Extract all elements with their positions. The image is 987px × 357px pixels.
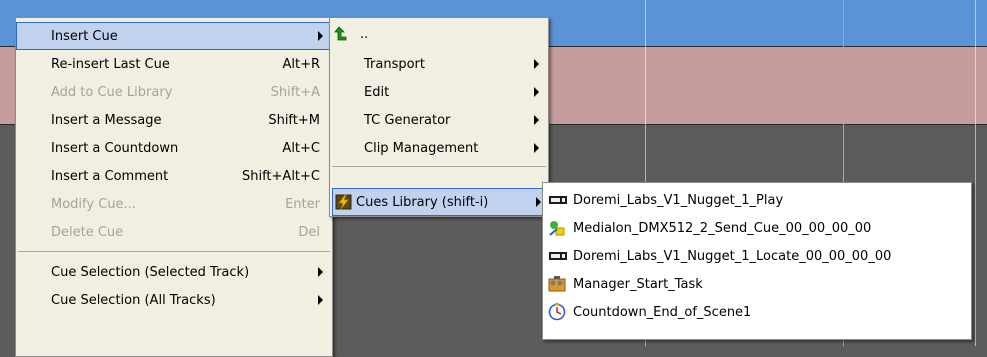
menu-item-insert-countdown[interactable]: Insert a Countdown Alt+C xyxy=(16,134,332,162)
submenu-arrow-icon xyxy=(534,87,539,97)
menu-item-label: Modify Cue... xyxy=(51,196,136,212)
menu-item-shortcut: Shift+Alt+C xyxy=(241,168,320,184)
menu-item-shortcut: Alt+C xyxy=(282,140,320,156)
library-item-medialon-dmx[interactable]: Medialon_DMX512_2_Send_Cue_00_00_00_00 xyxy=(543,214,971,242)
menu-item-shortcut: Alt+R xyxy=(282,56,320,72)
menu-item-add-to-cue-library[interactable]: Add to Cue Library Shift+A xyxy=(16,78,332,106)
menu-item-cue-selection-selected-track[interactable]: Cue Selection (Selected Track) xyxy=(16,258,332,286)
dmx-icon xyxy=(549,221,565,236)
menu-item-parent-folder[interactable]: .. xyxy=(330,20,548,48)
menu-item-label: Doremi_Labs_V1_Nugget_1_Play xyxy=(573,192,784,208)
menu-item-tc-generator[interactable]: TC Generator xyxy=(330,106,548,134)
menu-item-label: Re-insert Last Cue xyxy=(51,56,170,72)
menu-item-label: .. xyxy=(360,26,369,42)
submenu-arrow-icon xyxy=(318,267,323,277)
menu-item-label: Add to Cue Library xyxy=(51,84,173,100)
clock-icon xyxy=(548,303,566,321)
menu-item-modify-cue[interactable]: Modify Cue... Enter xyxy=(16,190,332,218)
menu-item-delete-cue[interactable]: Delete Cue Del xyxy=(16,218,332,246)
up-arrow-icon xyxy=(334,26,347,41)
menu-item-insert-message[interactable]: Insert a Message Shift+M xyxy=(16,106,332,134)
cue-context-menu: Insert Cue Re-insert Last Cue Alt+R Add … xyxy=(15,17,333,357)
menu-item-cue-selection-all-tracks[interactable]: Cue Selection (All Tracks) xyxy=(16,286,332,314)
menu-item-shortcut: Shift+A xyxy=(270,84,320,100)
menu-item-label: Edit xyxy=(364,84,390,100)
menu-item-label: Cues Library (shift-i) xyxy=(356,194,489,210)
menu-item-label: Clip Management xyxy=(364,140,479,156)
menu-item-label: Countdown_End_of_Scene1 xyxy=(573,304,752,320)
menu-item-shortcut: Shift+M xyxy=(268,112,320,128)
cues-library-icon xyxy=(335,194,352,210)
menu-item-label: Cue Selection (Selected Track) xyxy=(51,264,250,280)
menu-item-label: Cue Selection (All Tracks) xyxy=(51,292,216,308)
menu-item-label: Delete Cue xyxy=(51,224,124,240)
timeline-grid-line xyxy=(975,0,976,346)
cues-library-submenu: Doremi_Labs_V1_Nugget_1_Play Medialon_DM… xyxy=(542,182,972,340)
menu-item-transport[interactable]: Transport xyxy=(330,50,548,78)
menu-item-label: TC Generator xyxy=(364,112,451,128)
library-item-doremi-play[interactable]: Doremi_Labs_V1_Nugget_1_Play xyxy=(543,186,971,214)
library-item-countdown-end-scene[interactable]: Countdown_End_of_Scene1 xyxy=(543,298,971,326)
menu-item-label: Manager_Start_Task xyxy=(573,276,703,292)
menu-item-reinsert-last-cue[interactable]: Re-insert Last Cue Alt+R xyxy=(16,50,332,78)
insert-cue-submenu: .. Transport Edit TC Generator Clip Mana… xyxy=(329,17,549,217)
submenu-arrow-icon xyxy=(318,295,323,305)
menu-item-label: Doremi_Labs_V1_Nugget_1_Locate_00_00_00_… xyxy=(573,248,892,264)
menu-item-cues-library[interactable]: Cues Library (shift-i) xyxy=(332,188,546,216)
menu-item-shortcut: Del xyxy=(298,224,320,240)
device-icon xyxy=(549,252,567,260)
submenu-arrow-icon xyxy=(536,197,541,207)
manager-icon xyxy=(548,276,566,292)
library-item-doremi-locate[interactable]: Doremi_Labs_V1_Nugget_1_Locate_00_00_00_… xyxy=(543,242,971,270)
submenu-arrow-icon xyxy=(534,59,539,69)
menu-item-label: Insert a Comment xyxy=(51,168,169,184)
menu-item-edit[interactable]: Edit xyxy=(330,78,548,106)
submenu-arrow-icon xyxy=(318,31,323,41)
menu-item-label: Insert a Message xyxy=(51,112,162,128)
menu-separator xyxy=(18,251,330,252)
menu-item-clip-management[interactable]: Clip Management xyxy=(330,134,548,162)
device-icon xyxy=(549,196,567,204)
menu-item-insert-cue[interactable]: Insert Cue xyxy=(16,22,332,50)
menu-item-label: Insert a Countdown xyxy=(51,140,179,156)
menu-separator xyxy=(332,166,546,167)
menu-item-shortcut: Enter xyxy=(285,196,320,212)
submenu-arrow-icon xyxy=(534,115,539,125)
menu-item-label: Transport xyxy=(364,56,426,72)
library-item-manager-start-task[interactable]: Manager_Start_Task xyxy=(543,270,971,298)
menu-item-label: Insert Cue xyxy=(51,28,118,44)
menu-item-label: Medialon_DMX512_2_Send_Cue_00_00_00_00 xyxy=(573,220,872,236)
submenu-arrow-icon xyxy=(534,143,539,153)
menu-item-insert-comment[interactable]: Insert a Comment Shift+Alt+C xyxy=(16,162,332,190)
